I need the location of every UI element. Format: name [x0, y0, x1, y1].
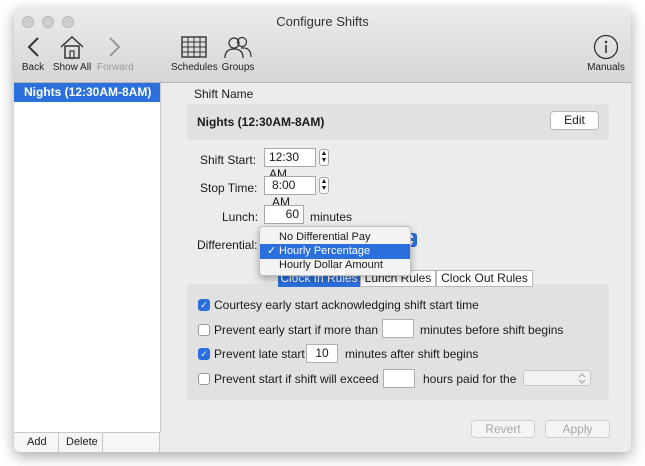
window-title: Configure Shifts: [276, 14, 369, 29]
footer-divider: [58, 433, 59, 452]
shift-name-label: Shift Name: [194, 87, 254, 101]
differential-option-dollar[interactable]: Hourly Dollar Amount: [260, 258, 410, 273]
lunch-label: Lunch:: [222, 210, 259, 224]
forward-button[interactable]: Forward: [97, 32, 134, 73]
prevent-exceed-suffix: hours paid for the: [423, 372, 517, 386]
manuals-button[interactable]: Manuals: [586, 32, 626, 73]
shift-list-footer: Add Delete: [14, 432, 160, 452]
revert-button[interactable]: Revert: [471, 420, 535, 438]
shift-start-field[interactable]: 12:30 AM: [264, 148, 316, 181]
schedules-label: Schedules: [171, 62, 218, 73]
delete-shift-button[interactable]: Delete: [66, 436, 98, 448]
prevent-early-label: Prevent early start if more than: [214, 323, 379, 337]
differential-label: Differential:: [197, 238, 258, 252]
shift-start-label: Shift Start:: [200, 153, 257, 167]
groups-button[interactable]: Groups: [220, 32, 256, 73]
tab-clock-out-rules[interactable]: Clock Out Rules: [436, 270, 533, 287]
prevent-late-checkbox[interactable]: ✓: [198, 348, 210, 360]
prevent-late-label: Prevent late start: [214, 347, 305, 361]
shift-list-item[interactable]: Nights (12:30AM-8AM): [14, 83, 160, 102]
chevron-left-icon: [27, 37, 39, 57]
apply-button[interactable]: Apply: [545, 420, 610, 438]
chevron-updown-icon: [578, 373, 586, 384]
prevent-early-checkbox[interactable]: [198, 324, 210, 336]
schedules-button[interactable]: Schedules: [171, 32, 218, 73]
grid-calendar-icon: [181, 36, 207, 58]
checkmark-icon: ✓: [267, 245, 277, 257]
prevent-exceed-label: Prevent start if shift will exceed: [214, 372, 379, 386]
stop-time-label: Stop Time:: [200, 181, 258, 195]
differential-option-label: Hourly Percentage: [279, 245, 371, 257]
groups-label: Groups: [221, 62, 255, 73]
add-shift-button[interactable]: Add: [27, 436, 47, 448]
prevent-exceed-checkbox[interactable]: [198, 373, 210, 385]
prevent-early-minutes-field[interactable]: [382, 319, 414, 338]
prevent-exceed-hours-field[interactable]: [383, 369, 415, 388]
configure-shifts-window: Configure Shifts Back Show All Forward S…: [14, 8, 631, 452]
stop-time-field[interactable]: 8:00 AM: [264, 176, 316, 209]
differential-menu: No Differential Pay ✓ Hourly Percentage H…: [259, 226, 411, 276]
back-button[interactable]: Back: [20, 32, 46, 73]
shift-list: Nights (12:30AM-8AM): [14, 83, 161, 432]
period-select[interactable]: [523, 370, 591, 386]
show-all-label: Show All: [52, 62, 92, 73]
forward-label: Forward: [97, 62, 134, 73]
prevent-late-suffix: minutes after shift begins: [345, 347, 479, 361]
lunch-minutes-field[interactable]: 60: [264, 205, 304, 224]
edit-button[interactable]: Edit: [550, 111, 599, 130]
manuals-label: Manuals: [587, 62, 625, 73]
shift-start-stepper[interactable]: ▲ ▼: [319, 149, 329, 166]
prevent-early-suffix: minutes before shift begins: [420, 323, 564, 337]
differential-option-none[interactable]: No Differential Pay: [260, 230, 410, 245]
chevron-right-icon: [109, 37, 121, 57]
show-all-button[interactable]: Show All: [52, 32, 92, 73]
people-icon: [224, 36, 252, 59]
footer-divider: [102, 433, 103, 452]
back-label: Back: [21, 62, 45, 73]
shift-name-panel: Nights (12:30AM-8AM) Edit: [187, 104, 609, 140]
prevent-late-minutes-field[interactable]: 10: [306, 344, 338, 363]
home-icon: [60, 35, 84, 59]
shift-name-value: Nights (12:30AM-8AM): [197, 115, 325, 129]
info-icon: [593, 34, 619, 60]
stop-time-stepper[interactable]: ▲ ▼: [319, 177, 329, 194]
lunch-unit-label: minutes: [310, 210, 353, 224]
title-toolbar: Configure Shifts Back Show All Forward S…: [14, 8, 631, 83]
courtesy-checkbox[interactable]: ✓: [198, 299, 210, 311]
courtesy-label: Courtesy early start acknowledging shift…: [214, 298, 479, 312]
differential-option-hourly-percentage[interactable]: ✓ Hourly Percentage: [260, 244, 410, 259]
